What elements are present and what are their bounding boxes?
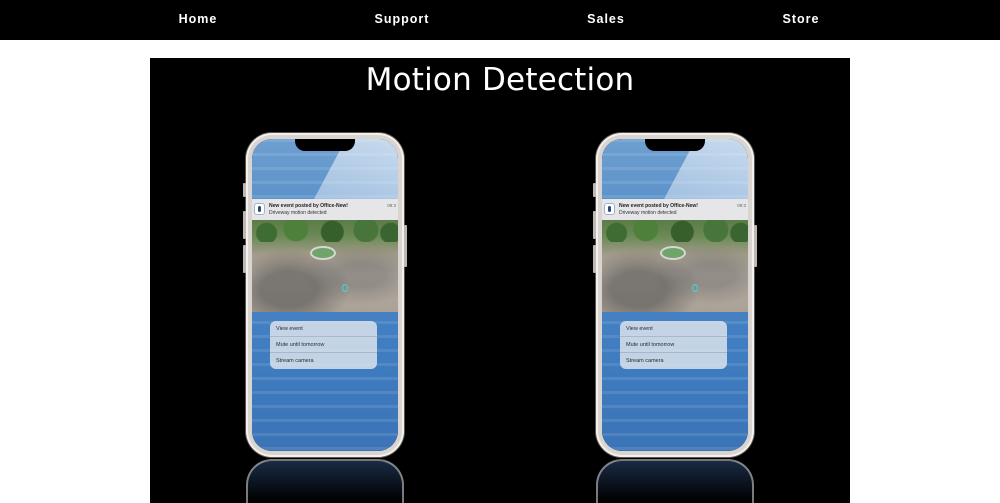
notification-actions-menu: View event Mute until tomorrow Stream ca… xyxy=(270,321,377,369)
menu-item-mute[interactable]: Mute until tomorrow xyxy=(276,342,324,348)
menu-item-stream-camera[interactable]: Stream camera xyxy=(626,358,664,364)
app-icon xyxy=(254,203,265,215)
notification-body: Driveway motion detected xyxy=(269,210,327,216)
phone-side-button xyxy=(593,245,596,273)
notification-actions-menu: View event Mute until tomorrow Stream ca… xyxy=(620,321,727,369)
menu-divider xyxy=(270,352,377,353)
phone-mockup-left: New event posted by Office-New! Driveway… xyxy=(243,133,407,457)
app-icon xyxy=(604,203,615,215)
phone-reflection-left xyxy=(246,459,404,503)
phone-side-button xyxy=(243,245,246,273)
nav-link-store[interactable]: Store xyxy=(783,12,820,26)
phone-screen: New event posted by Office-New! Driveway… xyxy=(602,139,748,451)
motion-target-marker xyxy=(342,284,348,292)
phone-mockup-right: New event posted by Office-New! Driveway… xyxy=(593,133,757,457)
notification-title: New event posted by Office-New! xyxy=(269,203,348,209)
menu-item-stream-camera[interactable]: Stream camera xyxy=(276,358,314,364)
nav-link-support[interactable]: Support xyxy=(375,12,430,26)
phone-side-button xyxy=(593,183,596,197)
push-notification[interactable]: New event posted by Office-New! Driveway… xyxy=(602,199,748,220)
phone-side-button xyxy=(404,225,407,267)
notification-time: 09:3 xyxy=(737,203,746,208)
section-title: Motion Detection xyxy=(365,62,635,98)
fountain xyxy=(310,246,336,260)
nav-link-home[interactable]: Home xyxy=(179,12,218,26)
menu-item-view-event[interactable]: View event xyxy=(626,326,653,332)
fountain xyxy=(660,246,686,260)
phone-reflection-right xyxy=(596,459,754,503)
notification-title: New event posted by Office-New! xyxy=(619,203,698,209)
reflection-shape xyxy=(246,459,404,503)
phone-notch xyxy=(645,139,705,151)
phone-notch xyxy=(295,139,355,151)
trees xyxy=(602,220,748,242)
menu-divider xyxy=(620,352,727,353)
phone-screen: New event posted by Office-New! Driveway… xyxy=(252,139,398,451)
phone-side-button xyxy=(243,211,246,239)
phone-side-button xyxy=(593,211,596,239)
camera-snapshot[interactable] xyxy=(602,220,748,312)
top-navigation-bar: Home Support Sales Store xyxy=(0,0,1000,40)
menu-item-mute[interactable]: Mute until tomorrow xyxy=(626,342,674,348)
menu-item-view-event[interactable]: View event xyxy=(276,326,303,332)
nav-link-sales[interactable]: Sales xyxy=(587,12,625,26)
phone-side-button xyxy=(243,183,246,197)
phone-side-button xyxy=(754,225,757,267)
menu-divider xyxy=(270,336,377,337)
notification-time: 09:3 xyxy=(387,203,396,208)
notification-body: Driveway motion detected xyxy=(619,210,677,216)
trees xyxy=(252,220,398,242)
motion-target-marker xyxy=(692,284,698,292)
motion-detection-showcase: Motion Detection New event posted by Off… xyxy=(150,58,850,503)
push-notification[interactable]: New event posted by Office-New! Driveway… xyxy=(252,199,398,220)
camera-snapshot[interactable] xyxy=(252,220,398,312)
menu-divider xyxy=(620,336,727,337)
reflection-shape xyxy=(596,459,754,503)
